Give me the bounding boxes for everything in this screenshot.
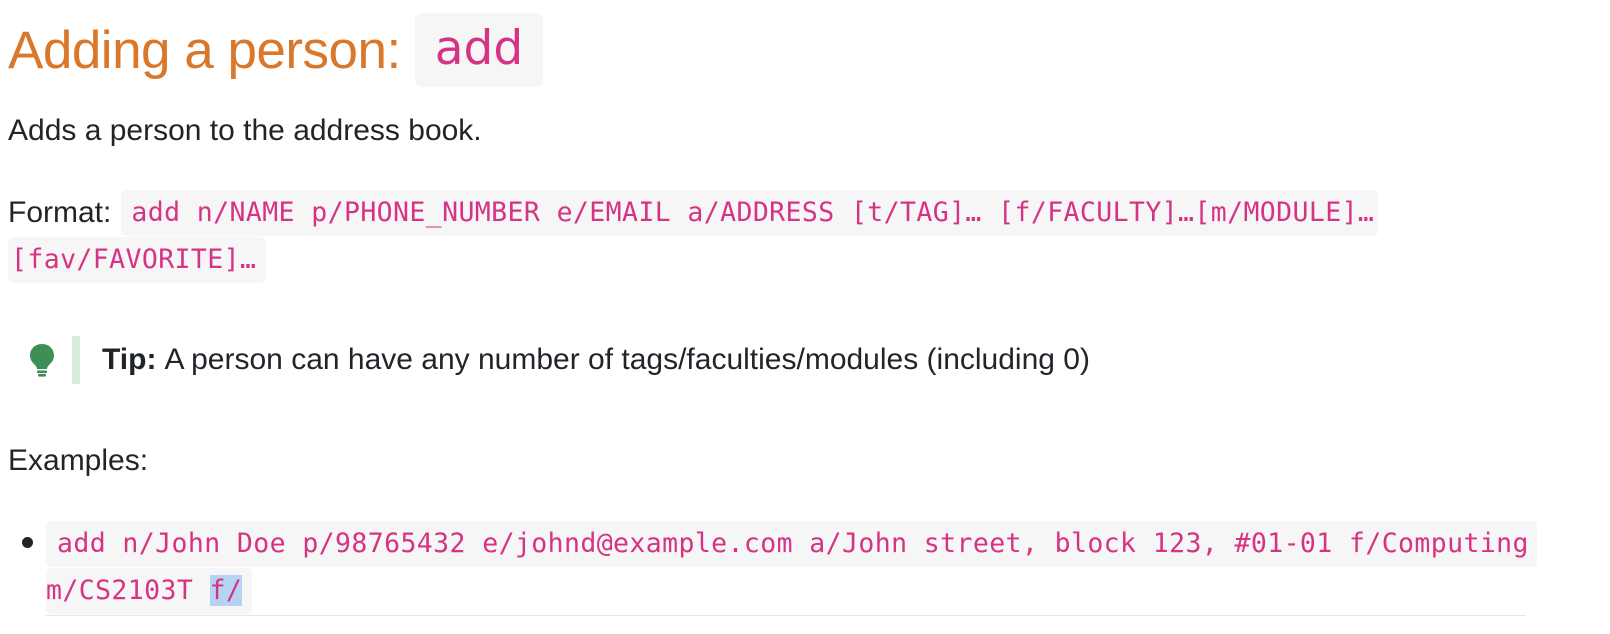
tip-text: Tip: A person can have any number of tags… bbox=[102, 343, 1090, 377]
tip-accent-bar bbox=[72, 336, 80, 384]
page-title-command-code: add bbox=[414, 13, 544, 87]
page-title: Adding a person: add bbox=[8, 12, 544, 88]
format-paragraph: Format: add n/NAME p/PHONE_NUMBER e/EMAI… bbox=[8, 190, 1379, 236]
example-item-continuation: m/CS2103T f/ bbox=[46, 568, 253, 614]
tip-box: Tip: A person can have any number of tags… bbox=[28, 336, 1090, 384]
lightbulb-icon bbox=[28, 342, 56, 378]
tip-content: A person can have any number of tags/fac… bbox=[164, 343, 1090, 376]
format-paragraph-continuation: [fav/FAVORITE]… bbox=[8, 237, 267, 283]
intro-paragraph: Adds a person to the address book. bbox=[8, 114, 482, 147]
example-code-line1: add n/John Doe p/98765432 e/johnd@exampl… bbox=[46, 521, 1537, 567]
tip-label: Tip: bbox=[102, 343, 157, 376]
selected-text[interactable]: f/ bbox=[209, 575, 243, 606]
example-code-prefix: m/CS2103T bbox=[46, 575, 210, 606]
divider bbox=[46, 615, 1526, 616]
example-item: add n/John Doe p/98765432 e/johnd@exampl… bbox=[46, 521, 1537, 567]
examples-label: Examples: bbox=[8, 444, 149, 477]
format-label: Format: bbox=[8, 196, 112, 229]
list-bullet bbox=[22, 537, 33, 548]
format-code-line2: [fav/FAVORITE]… bbox=[8, 237, 267, 283]
page-title-text: Adding a person: bbox=[8, 20, 401, 80]
example-code-line2: m/CS2103T f/ bbox=[46, 568, 253, 614]
format-code-line1: add n/NAME p/PHONE_NUMBER e/EMAIL a/ADDR… bbox=[121, 190, 1379, 236]
